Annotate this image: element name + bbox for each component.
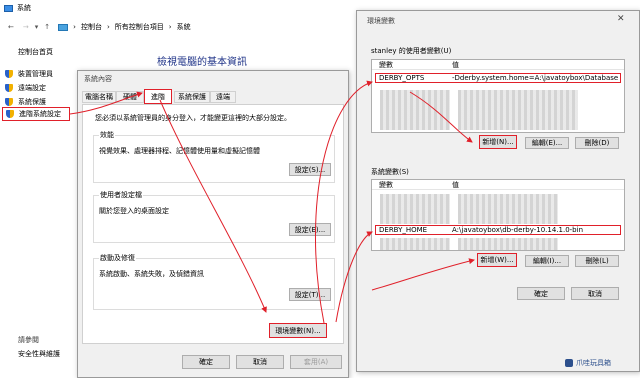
- arrow-to-system-row: [335, 231, 373, 323]
- annotation-arrows: [69, 80, 475, 324]
- arrow-to-env-button: [159, 99, 267, 313]
- arrow-to-advanced-tab: [69, 91, 143, 115]
- arrow-to-user-new: [409, 91, 473, 143]
- arrow-to-system-new: [371, 258, 475, 291]
